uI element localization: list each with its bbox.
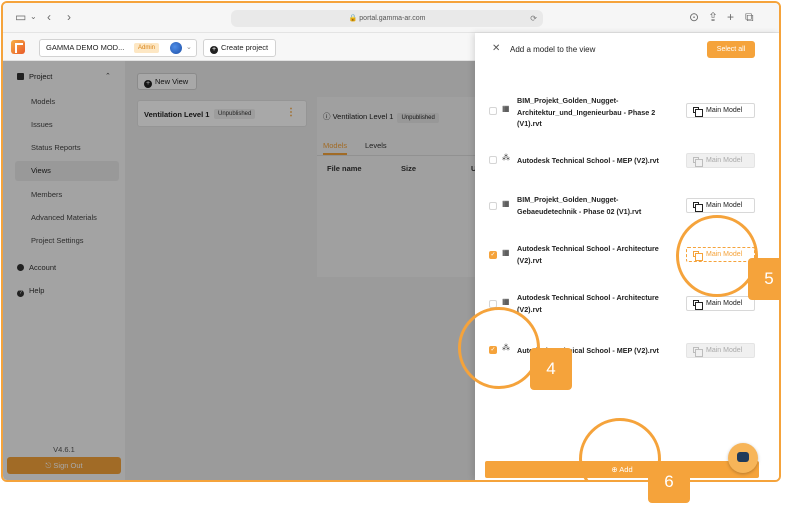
model-name: BIM_Projekt_Golden_Nugget-Architektur_un… bbox=[517, 96, 656, 128]
building-icon: ▦ bbox=[502, 199, 510, 208]
chevron-down-icon[interactable]: ⌄ bbox=[30, 11, 37, 23]
select-all-button[interactable]: Select all bbox=[707, 41, 755, 58]
tabs-overview-icon[interactable]: ⧉ bbox=[745, 11, 754, 23]
main-model-button: Main Model bbox=[686, 343, 755, 358]
chat-icon[interactable] bbox=[728, 443, 758, 473]
main-model-button[interactable]: Main Model bbox=[686, 296, 755, 311]
project-name: GAMMA DEMO MOD... bbox=[46, 43, 125, 52]
model-name: Autodesk Technical School - Architecture… bbox=[517, 244, 659, 265]
lock-icon: 🔒 bbox=[348, 15, 358, 22]
main-model-label: Main Model bbox=[706, 202, 743, 209]
main-model-label: Main Model bbox=[706, 300, 743, 307]
address-bar[interactable]: 🔒 portal.gamma-ar.com ⟳ bbox=[231, 10, 543, 27]
reload-icon[interactable]: ⟳ bbox=[530, 10, 537, 27]
building-icon: ▦ bbox=[502, 104, 510, 113]
layers-icon bbox=[693, 300, 703, 310]
highlight-ring bbox=[676, 215, 758, 297]
model-name: Autodesk Technical School - MEP (V2).rvt bbox=[517, 156, 659, 165]
main-model-label: Main Model bbox=[706, 157, 743, 164]
model-row: ⁂ Autodesk Technical School - MEP (V2).r… bbox=[489, 141, 757, 181]
highlight-ring bbox=[458, 307, 540, 389]
browser-toolbar: ▭ ⌄ ‹ › 🔒 portal.gamma-ar.com ⟳ ⊙ ⇪ + ⧉ bbox=[3, 3, 779, 33]
main-model-button: Main Model bbox=[686, 153, 755, 168]
main-model-label: Main Model bbox=[706, 347, 743, 354]
step-badge: 6 bbox=[648, 461, 690, 503]
main-model-button[interactable]: Main Model bbox=[686, 198, 755, 213]
app: GAMMA DEMO MOD... Admin ⌄ + Create projec… bbox=[3, 33, 779, 480]
model-checkbox[interactable] bbox=[489, 202, 497, 210]
plus-icon: + bbox=[210, 46, 218, 54]
main-model-button[interactable]: Main Model bbox=[686, 103, 755, 118]
forward-icon[interactable]: › bbox=[67, 11, 71, 23]
create-project-label: Create project bbox=[221, 43, 269, 52]
model-checkbox[interactable] bbox=[489, 156, 497, 164]
layers-icon bbox=[693, 157, 703, 167]
close-icon[interactable]: ✕ bbox=[492, 43, 500, 54]
back-icon[interactable]: ‹ bbox=[47, 11, 51, 23]
share-icon[interactable]: ⇪ bbox=[708, 11, 718, 23]
globe-icon bbox=[170, 42, 182, 54]
layers-icon bbox=[693, 202, 703, 212]
building-icon: ▦ bbox=[502, 297, 510, 306]
step-badge: 5 bbox=[748, 258, 779, 300]
model-checkbox[interactable]: ✓ bbox=[489, 251, 497, 259]
model-name: Autodesk Technical School - Architecture… bbox=[517, 293, 659, 314]
create-project-button[interactable]: + Create project bbox=[203, 39, 277, 57]
model-row: ▦ BIM_Projekt_Golden_Nugget-Architektur_… bbox=[489, 91, 757, 131]
address-text: portal.gamma-ar.com bbox=[359, 15, 426, 22]
panel-title: Add a model to the view bbox=[510, 45, 596, 54]
browser-window: ▭ ⌄ ‹ › 🔒 portal.gamma-ar.com ⟳ ⊙ ⇪ + ⧉ G… bbox=[1, 1, 781, 482]
app-logo bbox=[11, 40, 25, 54]
chevron-down-icon: ⌄ bbox=[186, 44, 192, 51]
layers-icon bbox=[693, 107, 703, 117]
role-badge: Admin bbox=[134, 43, 160, 53]
sidebar-toggle-icon[interactable]: ▭ bbox=[15, 11, 26, 23]
layers-icon bbox=[693, 347, 703, 357]
step-badge: 4 bbox=[530, 348, 572, 390]
model-name: BIM_Projekt_Golden_Nugget-Gebaeudetechni… bbox=[517, 195, 642, 216]
download-icon[interactable]: ⊙ bbox=[689, 11, 699, 23]
model-checkbox[interactable] bbox=[489, 107, 497, 115]
main-model-label: Main Model bbox=[706, 107, 743, 114]
building-icon: ▦ bbox=[502, 248, 510, 257]
new-tab-icon[interactable]: + bbox=[727, 11, 734, 23]
project-selector[interactable]: GAMMA DEMO MOD... Admin ⌄ bbox=[39, 39, 197, 57]
mep-icon: ⁂ bbox=[502, 153, 510, 162]
modal-overlay[interactable] bbox=[3, 61, 475, 480]
